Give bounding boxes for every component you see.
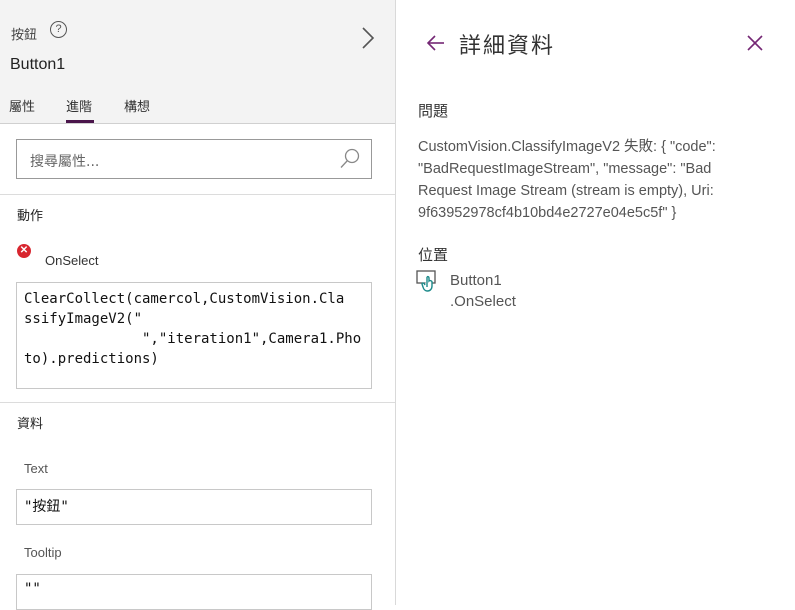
- active-tab-indicator: [66, 120, 94, 123]
- location-control-link[interactable]: Button1: [450, 272, 502, 289]
- tooltip-field-label: Tooltip: [24, 545, 62, 560]
- arrow-left-icon[interactable]: [426, 33, 446, 53]
- help-icon[interactable]: ?: [50, 21, 67, 38]
- properties-header: 按鈕 ? Button1 屬性 進階 構想: [0, 0, 395, 124]
- formula-line: ssifyImageV2(": [24, 311, 143, 327]
- section-divider: [0, 402, 395, 403]
- issue-heading: 問題: [418, 102, 449, 120]
- formula-line: ","iteration1",Camera1.Pho: [24, 331, 362, 347]
- issue-description: CustomVision.ClassifyImageV2 失敗: { "code…: [418, 136, 778, 224]
- data-section-title: 資料: [17, 417, 44, 432]
- tab-advanced[interactable]: 進階: [66, 96, 92, 115]
- control-type-label: 按鈕: [11, 28, 38, 43]
- issue-line: "BadRequestImageStream", "message": "Bad: [418, 161, 712, 177]
- search-icon[interactable]: [339, 148, 361, 170]
- tab-properties[interactable]: 屬性: [9, 96, 35, 115]
- section-divider: [0, 194, 395, 195]
- properties-panel: 按鈕 ? Button1 屬性 進階 構想 搜尋屬性... 動作 ✕ OnSel…: [0, 0, 396, 610]
- location-property-link[interactable]: .OnSelect: [450, 293, 516, 310]
- formula-line: to).predictions): [24, 351, 159, 367]
- control-name[interactable]: Button1: [10, 56, 65, 74]
- text-field-input[interactable]: "按鈕": [16, 489, 372, 525]
- formula-line: ClearCollect(camercol,CustomVision.Cla: [24, 291, 345, 307]
- search-placeholder: 搜尋屬性...: [30, 154, 100, 170]
- details-title: 詳細資料: [459, 34, 556, 59]
- text-field-label: Text: [24, 461, 48, 476]
- issue-line: CustomVision.ClassifyImageV2 失敗: { "code…: [418, 139, 716, 155]
- location-heading: 位置: [418, 246, 449, 264]
- actions-section-title: 動作: [17, 209, 44, 224]
- tab-ideas[interactable]: 構想: [124, 96, 150, 115]
- property-search-input[interactable]: 搜尋屬性...: [16, 139, 372, 179]
- chevron-right-icon[interactable]: [358, 26, 378, 50]
- onselect-label: OnSelect: [45, 253, 99, 268]
- button-control-icon: [416, 270, 436, 292]
- issue-line: 9f63952978cf4b10bd4e2727e04e5c5f" }: [418, 205, 677, 221]
- issue-line: Request Image Stream (stream is empty), …: [418, 183, 714, 199]
- close-icon[interactable]: [746, 34, 764, 52]
- error-icon: ✕: [17, 244, 31, 258]
- onselect-formula-input[interactable]: ClearCollect(camercol,CustomVision.Cla s…: [16, 282, 372, 389]
